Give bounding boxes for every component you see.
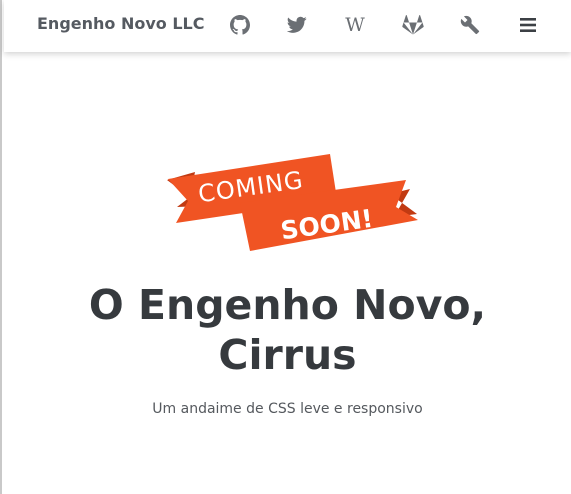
page-title: O Engenho Novo, Cirrus: [4, 280, 571, 380]
top-navbar: Engenho Novo LLC W: [4, 0, 571, 52]
github-icon[interactable]: [227, 12, 253, 38]
svg-text:W: W: [345, 16, 365, 34]
wrench-icon[interactable]: [457, 12, 483, 38]
page-title-line-2: Cirrus: [218, 331, 357, 379]
twitter-icon[interactable]: [284, 12, 310, 38]
page-title-line-1: O Engenho Novo,: [88, 281, 487, 329]
page-subtitle: Um andaime de CSS leve e responsivo: [152, 401, 423, 417]
brand-link[interactable]: Engenho Novo LLC: [37, 14, 204, 33]
menu-icon[interactable]: [515, 12, 541, 38]
window-edge: [0, 0, 2, 494]
gitlab-icon[interactable]: [400, 12, 426, 38]
wikipedia-icon[interactable]: W: [342, 12, 368, 38]
coming-soon-banner: COMING SOON!: [167, 154, 418, 251]
hero-section: COMING SOON! O Engenho Novo, Cirrus Um a…: [4, 52, 571, 494]
